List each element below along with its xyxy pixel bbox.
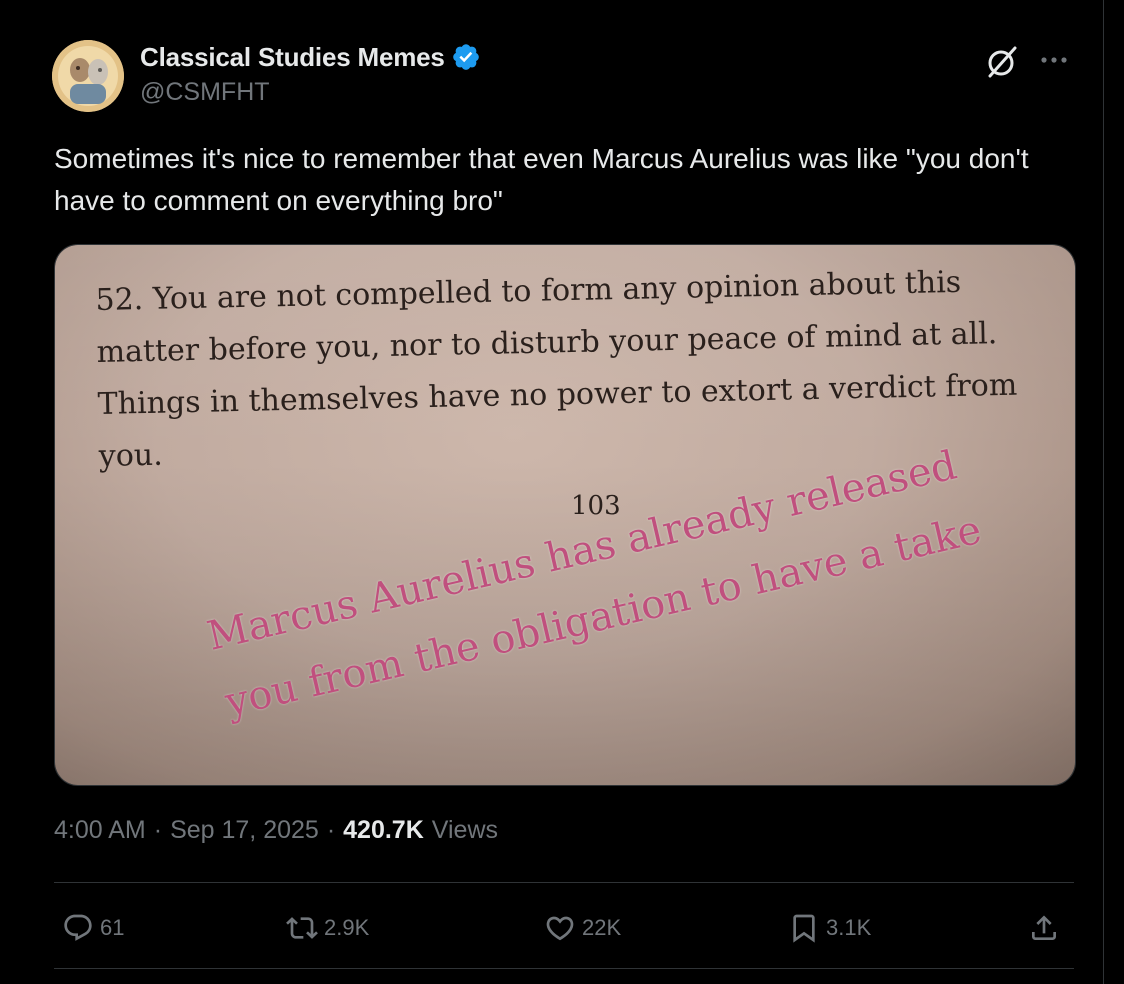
author-display-name[interactable]: Classical Studies Memes [140, 42, 445, 73]
verified-badge-icon [452, 44, 479, 70]
tweet-text: Sometimes it's nice to remember that eve… [54, 143, 1029, 216]
tweet-actions: 61 2.9K 22K 3.1K [54, 900, 1074, 956]
meta-separator: · [326, 816, 336, 844]
reply-icon [64, 914, 92, 941]
repost-icon [286, 917, 318, 939]
author-name-row[interactable]: Classical Studies Memes [140, 40, 481, 74]
divider [54, 968, 1074, 969]
like-button[interactable]: 22K [544, 900, 621, 956]
reply-button[interactable]: 61 [62, 900, 124, 956]
avatar-image [52, 40, 124, 112]
views-count: 420.7K [343, 816, 424, 844]
repost-count: 2.9K [324, 915, 370, 940]
tweet-media-image[interactable]: 52. You are not compelled to form any op… [54, 244, 1076, 786]
share-icon [1032, 915, 1056, 940]
reply-count: 61 [100, 915, 125, 940]
tweet-time[interactable]: 4:00 AM [54, 816, 146, 845]
heart-icon [546, 916, 574, 941]
tweet-meta: 4:00 AM · Sep 17, 2025 · 420.7K Views [54, 816, 498, 845]
book-page-number: 103 [571, 491, 621, 521]
tweet-date[interactable]: Sep 17, 2025 [170, 816, 319, 845]
bookmark-button[interactable]: 3.1K [788, 900, 871, 956]
grok-icon[interactable] [982, 42, 1022, 82]
tweet-detail: Classical Studies Memes @CSMFHT Sometime… [0, 0, 1104, 984]
views-label: Views [431, 816, 499, 844]
bookmark-count: 3.1K [826, 915, 872, 940]
meta-separator: · [153, 816, 163, 844]
author-handle[interactable]: @CSMFHT [140, 78, 270, 107]
share-button[interactable] [1028, 900, 1066, 956]
like-count: 22K [582, 915, 622, 940]
bookmark-icon [793, 914, 815, 943]
book-quote: 52. You are not compelled to form any op… [95, 255, 1059, 483]
repost-button[interactable]: 2.9K [286, 900, 369, 956]
more-options-icon[interactable] [1036, 42, 1072, 78]
divider [54, 882, 1074, 883]
avatar[interactable] [52, 40, 124, 112]
